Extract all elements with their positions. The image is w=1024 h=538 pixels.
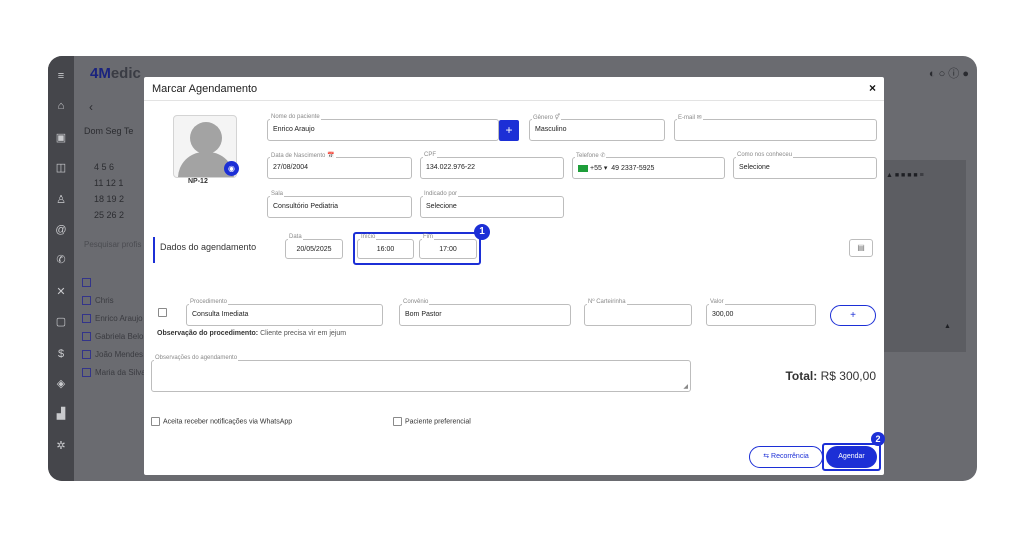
settings-icon[interactable]: ✲ (55, 440, 67, 452)
divider (144, 100, 884, 101)
appointment-notes-input[interactable]: Observações do agendamento ◢ (151, 355, 691, 392)
add-procedure-button[interactable]: + (830, 305, 876, 326)
box-icon[interactable]: ◈ (55, 378, 67, 390)
modal-title: Marcar Agendamento (152, 83, 258, 95)
birth-date-field[interactable]: Data de Nascimento 📅 27/08/2004 (267, 152, 412, 179)
step-badge: 1 (474, 224, 490, 240)
patient-name-field[interactable]: Nome do paciente Enrico Araujo (267, 114, 499, 141)
cpf-field[interactable]: CPF 134.022.976-22 (420, 152, 564, 179)
cal-row: 18 19 2 (94, 194, 125, 204)
sidebar: ≡ ⌂ ▣ ◫ ♙ @ ✆ ✕ ▢ $ ◈ ▟ ✲ (48, 56, 74, 481)
schedule-icon[interactable]: ▢ (55, 316, 67, 328)
gender-field[interactable]: Gênero ⚥ Masculino (529, 114, 665, 141)
preferential-checkbox[interactable]: Paciente preferencial (393, 417, 471, 426)
cal-row: 11 12 1 (94, 178, 124, 188)
user-icon[interactable]: ♙ (55, 194, 67, 206)
add-patient-button[interactable]: + (499, 120, 519, 141)
list-item[interactable]: Maria da Silva (82, 368, 146, 378)
email-field[interactable]: E-mail ✉ (674, 114, 877, 141)
patient-code: NP-12 (188, 178, 208, 185)
procedure-note: Observação do procedimento: Cliente prec… (157, 330, 347, 337)
weekdays-row: Dom Seg Te (84, 126, 134, 136)
chart-icon[interactable]: ▟ (55, 408, 67, 420)
tools-icon[interactable]: ✕ (55, 286, 67, 298)
amount-field[interactable]: Valor 300,00 (706, 299, 816, 326)
search-professionals-input[interactable]: Pesquisar profis (84, 240, 141, 249)
date-field[interactable]: Data 20/05/2025 (285, 234, 343, 259)
procedure-checkbox[interactable] (158, 308, 167, 317)
menu-icon[interactable]: ≡ (55, 70, 67, 82)
insurance-select[interactable]: Convênio Bom Pastor (399, 299, 571, 326)
section-accent (153, 237, 155, 263)
select-all-checkbox[interactable] (82, 278, 95, 288)
list-item[interactable]: Enrico Araujo (82, 314, 143, 324)
section-title: Dados do agendamento (160, 242, 257, 252)
start-time-field[interactable]: Início 16:00 (357, 234, 414, 259)
close-icon[interactable]: × (869, 81, 876, 95)
right-panel: ▲ ■ ■ ■ ■ ≡ ▲ (884, 160, 966, 352)
card-number-field[interactable]: Nº Carteirinha (584, 299, 692, 326)
lock-icon: ▲ (944, 323, 951, 330)
card-icon[interactable]: ▤ (849, 239, 873, 257)
brazil-flag-icon (578, 164, 588, 172)
end-time-field[interactable]: Fim 17:00 (419, 234, 477, 259)
at-icon[interactable]: @ (55, 224, 67, 236)
resize-handle-icon[interactable]: ◢ (683, 383, 688, 390)
cal-row: 25 26 2 (94, 210, 125, 220)
how-met-select[interactable]: Como nos conheceu Selecione (733, 152, 877, 179)
home-icon[interactable]: ⌂ (55, 100, 67, 112)
list-item[interactable]: Chris (82, 296, 114, 306)
app-logo: 4Medic (90, 65, 141, 82)
list-item[interactable]: Gabriela Belo (82, 332, 143, 342)
topbar-icons: ◐ ○ ⓘ ● (928, 68, 969, 80)
total-amount: Total: R$ 300,00 (785, 369, 876, 383)
schedule-modal: Marcar Agendamento × ◉ NP-12 Nome do pac… (144, 77, 885, 475)
car-icon[interactable]: ◫ (55, 162, 67, 174)
phone-field[interactable]: Telefone ✆ +55 ▾ 49 2337-5925 (572, 152, 725, 179)
cal-row: 4 5 6 (94, 162, 115, 172)
whatsapp-checkbox[interactable]: Aceita receber notificações via WhatsApp (151, 417, 292, 426)
phone-icon[interactable]: ✆ (55, 254, 67, 266)
camera-icon[interactable]: ◉ (224, 161, 239, 176)
calendar-icon[interactable]: ▣ (55, 132, 67, 144)
room-select[interactable]: Sala Consultório Pediatria (267, 191, 412, 218)
toolbar-icons: ▲ ■ ■ ■ ■ ≡ (886, 172, 924, 179)
step-badge: 2 (871, 432, 885, 446)
procedure-field[interactable]: Procedimento Consulta Imediata (186, 299, 383, 326)
schedule-button[interactable]: Agendar (826, 446, 877, 468)
recurrence-button[interactable]: ⇆ Recorrência (749, 446, 823, 468)
back-arrow[interactable]: ‹ (89, 100, 93, 114)
referred-by-select[interactable]: Indicado por Selecione (420, 191, 564, 218)
dollar-icon[interactable]: $ (55, 348, 67, 360)
list-item[interactable]: João Mendes (82, 350, 143, 360)
